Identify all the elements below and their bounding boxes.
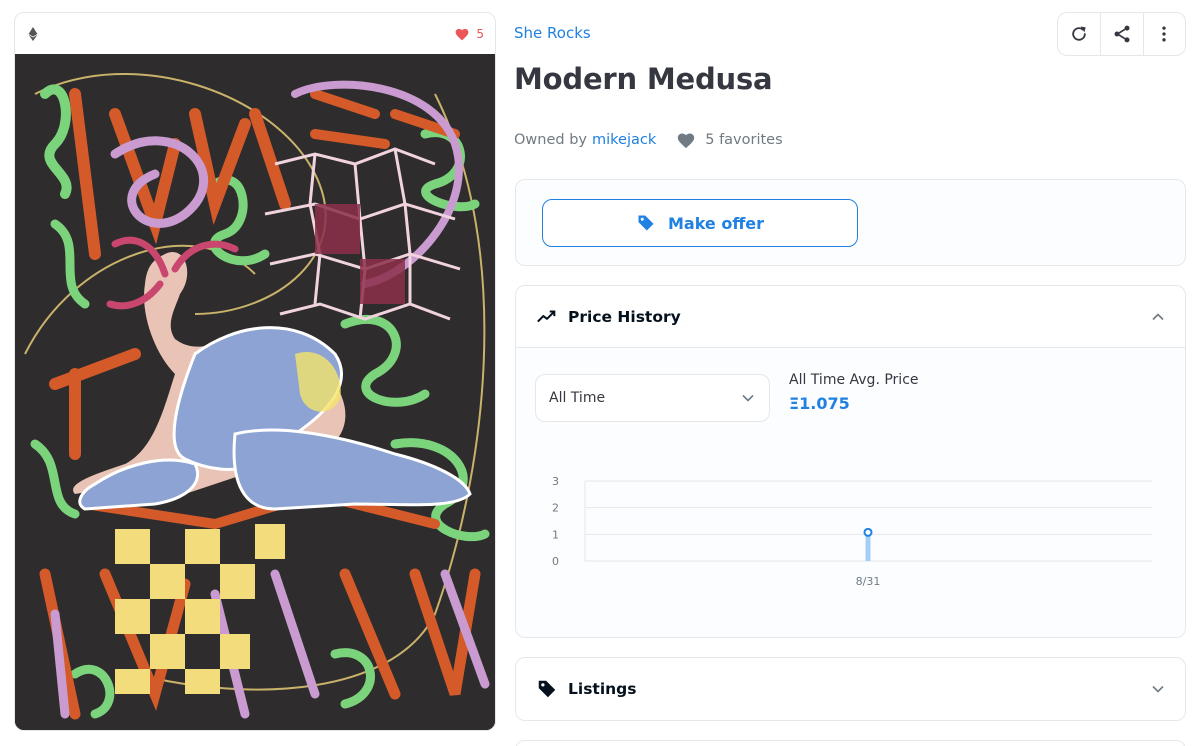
price-history-header[interactable]: Price History [516, 286, 1185, 348]
listings-panel: Listings [515, 657, 1186, 721]
price-history-panel: Price History All Time All Time Avg. Pri… [515, 285, 1186, 638]
x-tick-label: 8/31 [856, 575, 881, 588]
tag-icon [638, 215, 654, 231]
favorite-count: 5 [476, 26, 484, 41]
more-vertical-icon [1162, 26, 1167, 42]
listings-header[interactable]: Listings [516, 658, 1185, 720]
owner-link[interactable]: mikejack [592, 132, 656, 148]
trending-up-icon [537, 309, 556, 322]
time-range-value: All Time [549, 390, 606, 406]
share-icon [1114, 25, 1130, 43]
price-history-chart: 0 1 2 3 8/31 [552, 475, 1152, 588]
favorite-button[interactable]: 5 [454, 27, 484, 41]
heart-icon [678, 133, 695, 149]
chevron-down-icon [1152, 685, 1164, 693]
asset-card-header: 5 [15, 13, 495, 54]
owned-by-label: Owned by [514, 132, 587, 148]
asset-card: 5 [14, 12, 496, 731]
more-options-button[interactable] [1142, 13, 1185, 55]
offer-panel: Make offer [515, 179, 1186, 266]
price-history-title: Price History [568, 307, 681, 326]
ethereum-icon [28, 26, 38, 41]
y-tick-label: 3 [552, 475, 559, 488]
y-tick-label: 1 [552, 528, 559, 541]
nft-artwork-image[interactable] [15, 54, 496, 731]
favorites-count: 5 favorites [676, 131, 783, 149]
chevron-down-icon [742, 394, 754, 402]
owner-row: Owned by mikejack 5 favorites [514, 131, 783, 149]
tag-icon [538, 680, 556, 698]
price-point [863, 527, 873, 537]
y-tick-label: 2 [552, 502, 559, 515]
make-offer-button[interactable]: Make offer [542, 199, 858, 247]
avg-price-value: Ξ1.075 [789, 394, 850, 413]
next-panel-edge [515, 740, 1186, 746]
chevron-up-icon [1152, 312, 1164, 320]
refresh-icon [1072, 26, 1086, 41]
listings-title: Listings [568, 680, 637, 698]
time-range-select[interactable]: All Time [535, 374, 770, 422]
y-tick-label: 0 [552, 555, 559, 568]
favorites-label: 5 favorites [705, 132, 783, 148]
avg-price-label: All Time Avg. Price [789, 372, 919, 388]
asset-title: Modern Medusa [514, 62, 773, 96]
share-button[interactable] [1100, 13, 1142, 55]
collection-link[interactable]: She Rocks [514, 24, 591, 42]
refresh-button[interactable] [1058, 13, 1100, 55]
asset-actions [1057, 12, 1186, 56]
price-history-body: All Time All Time Avg. Price Ξ1.075 0 1 2 3… [516, 348, 1185, 637]
heart-icon [455, 28, 469, 40]
make-offer-label: Make offer [667, 213, 765, 233]
